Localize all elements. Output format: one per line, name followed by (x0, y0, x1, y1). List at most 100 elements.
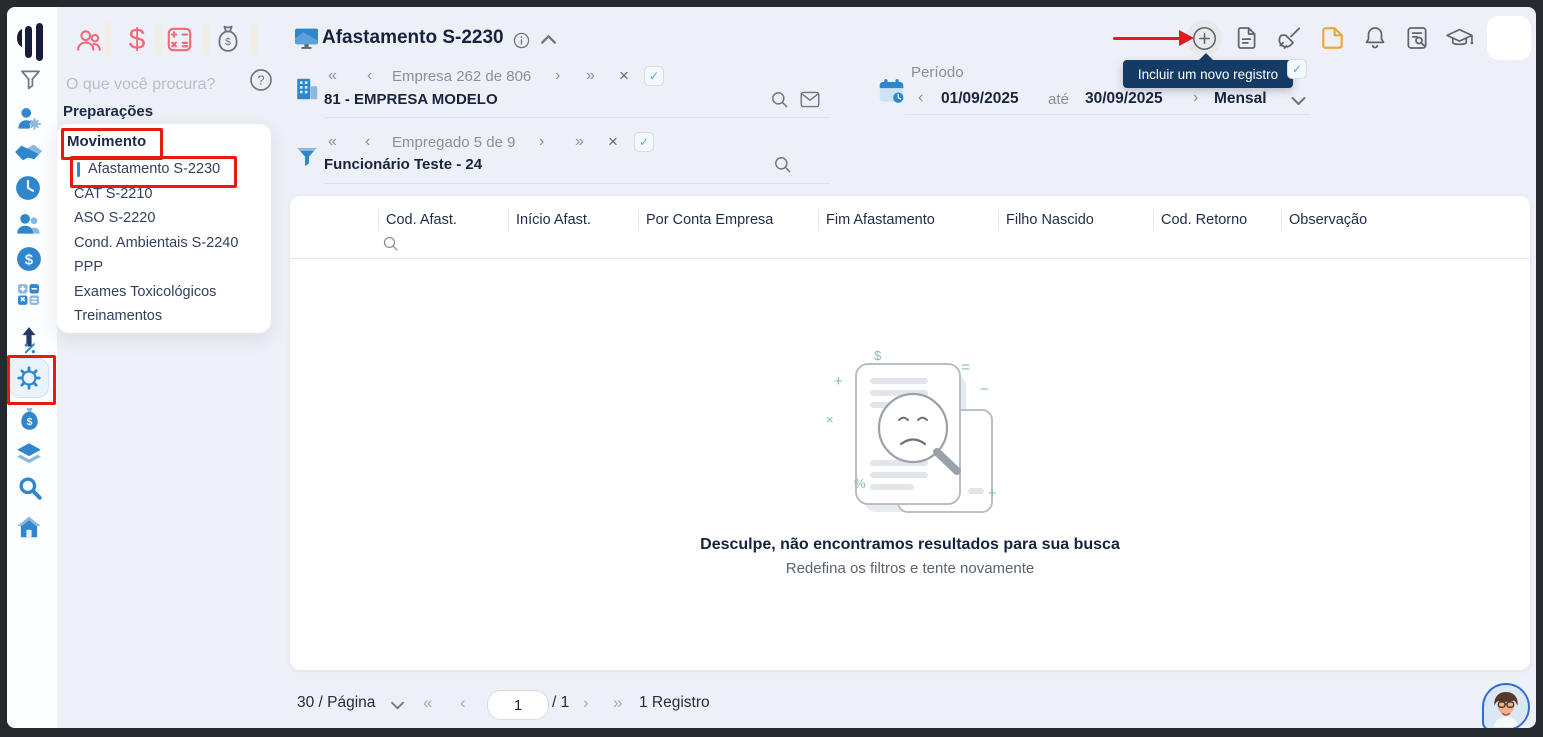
period-next-button[interactable]: › (1193, 89, 1198, 107)
column-header-observacao[interactable]: Observação (1281, 209, 1469, 231)
company-search-icon[interactable] (770, 90, 789, 109)
note-icon[interactable] (1320, 25, 1346, 51)
svg-text:?: ? (257, 73, 264, 88)
annotation-box-afastamento (70, 156, 237, 188)
finance-module-icon[interactable]: $ (124, 23, 150, 57)
period-checkbox[interactable]: ✓ (1287, 59, 1307, 79)
pagination-next-button[interactable]: › (583, 693, 589, 713)
app-logo[interactable] (15, 23, 49, 61)
profile-button[interactable] (1487, 16, 1531, 60)
company-name: 81 - EMPRESA MODELO (324, 91, 498, 108)
column-header-inicio-afast[interactable]: Início Afast. (508, 209, 639, 231)
svg-text:$: $ (25, 251, 34, 268)
annotation-box-gear (7, 355, 56, 405)
column-header-fim-afastamento[interactable]: Fim Afastamento (818, 209, 999, 231)
sidebar-growth-icon[interactable] (17, 326, 41, 354)
svg-text:−: − (980, 381, 989, 398)
menu-item-aso[interactable]: ASO S-2220 (74, 210, 155, 226)
menu-item-ppp[interactable]: PPP (74, 259, 103, 275)
divider (290, 258, 1530, 259)
support-chat-avatar[interactable] (1482, 683, 1530, 728)
employee-search-icon[interactable] (773, 155, 792, 174)
collapse-chevron-up-icon[interactable] (540, 33, 557, 46)
period-start-date[interactable]: 01/09/2025 (941, 90, 1019, 108)
employee-last-button[interactable]: » (575, 133, 584, 151)
sidebar-search-icon[interactable] (17, 475, 43, 501)
help-icon[interactable]: ? (249, 68, 273, 92)
company-position-label: Empresa 262 de 806 (392, 68, 531, 85)
results-card: Cod. Afast. Início Afast. Por Conta Empr… (290, 196, 1530, 670)
page-number-input[interactable] (487, 690, 549, 720)
company-mail-icon[interactable] (800, 91, 820, 108)
pagination-prev-button[interactable]: ‹ (460, 693, 466, 713)
column-header-cod-afast[interactable]: Cod. Afast. (378, 209, 509, 231)
sidebar-person-settings-icon[interactable] (15, 105, 42, 132)
page-size-chevron-down-icon[interactable] (390, 700, 405, 711)
sidebar-clock-icon[interactable] (15, 175, 41, 201)
sidebar-home-icon[interactable] (16, 514, 42, 540)
menu-item-exames[interactable]: Exames Toxicológicos (74, 284, 216, 300)
menu-item-treinamentos[interactable]: Treinamentos (74, 308, 162, 324)
period-mode-chevron-down-icon[interactable] (1290, 95, 1307, 107)
svg-text:$: $ (27, 416, 33, 428)
employee-next-button[interactable]: › (539, 133, 544, 151)
sidebar-money-icon[interactable]: $ (16, 246, 42, 272)
svg-text:=: = (961, 359, 970, 376)
svg-text:+: + (834, 373, 843, 390)
period-end-date[interactable]: 30/09/2025 (1085, 90, 1163, 108)
company-checkbox[interactable]: ✓ (644, 66, 664, 86)
sidebar-moneybag-icon[interactable]: $ (17, 406, 42, 433)
audit-search-icon[interactable] (1404, 25, 1430, 51)
company-next-button[interactable]: › (555, 67, 560, 85)
divider (905, 114, 1310, 115)
sidebar-people-icon[interactable] (15, 210, 42, 237)
period-mode-select[interactable]: Mensal (1214, 90, 1267, 108)
divider (105, 22, 112, 56)
company-clear-button[interactable]: × (619, 66, 629, 86)
svg-text:$: $ (874, 348, 882, 363)
pagination-first-button[interactable]: « (423, 693, 432, 713)
sidebar-calculator-icon[interactable] (16, 282, 41, 307)
payroll-bag-module-icon[interactable]: $ (215, 24, 241, 53)
no-results-illustration: $= +− ×% + (818, 348, 1008, 520)
document-icon[interactable] (1234, 25, 1260, 51)
column-header-por-conta-empresa[interactable]: Por Conta Empresa (638, 209, 819, 231)
divider (203, 22, 210, 56)
divider (155, 22, 162, 56)
company-last-button[interactable]: » (586, 67, 595, 85)
broom-clear-icon[interactable] (1277, 25, 1303, 51)
svg-text:$: $ (129, 23, 146, 56)
menu-item-cond-ambientais[interactable]: Cond. Ambientais S-2240 (74, 235, 238, 251)
page-size-select[interactable]: 30 / Página (297, 694, 375, 712)
training-cap-icon[interactable] (1445, 27, 1474, 51)
employee-prev-button[interactable]: ‹ (365, 133, 370, 151)
info-icon[interactable] (513, 32, 530, 49)
employee-first-button[interactable]: « (328, 133, 337, 151)
calendar-icon (878, 78, 905, 105)
search-input[interactable] (64, 69, 248, 101)
building-icon (294, 76, 320, 102)
employee-name: Funcionário Teste - 24 (324, 156, 482, 173)
company-first-button[interactable]: « (328, 67, 337, 85)
calculator-module-icon[interactable] (166, 26, 193, 53)
pagination-last-button[interactable]: » (613, 693, 622, 713)
divider (324, 117, 830, 118)
employee-clear-button[interactable]: × (608, 132, 618, 152)
table-filter-search-icon[interactable] (382, 235, 399, 252)
people-module-icon[interactable] (76, 27, 102, 53)
menu-item-cat[interactable]: CAT S-2210 (74, 186, 152, 202)
sidebar-handshake-icon[interactable] (13, 140, 44, 164)
empty-state-title: Desculpe, não encontramos resultados par… (290, 536, 1530, 554)
period-until-label: até (1048, 91, 1069, 108)
notifications-bell-icon[interactable] (1362, 25, 1388, 51)
column-header-cod-retorno[interactable]: Cod. Retorno (1153, 209, 1282, 231)
column-header-filho-nascido[interactable]: Filho Nascido (998, 209, 1154, 231)
period-prev-button[interactable]: ‹ (918, 89, 923, 107)
divider (324, 183, 830, 184)
company-prev-button[interactable]: ‹ (367, 67, 372, 85)
tooltip-caret (1198, 53, 1214, 61)
filter-icon[interactable] (19, 68, 42, 91)
annotation-arrow (1113, 37, 1181, 40)
sidebar-layers-icon[interactable] (15, 441, 43, 467)
employee-checkbox[interactable]: ✓ (634, 132, 654, 152)
